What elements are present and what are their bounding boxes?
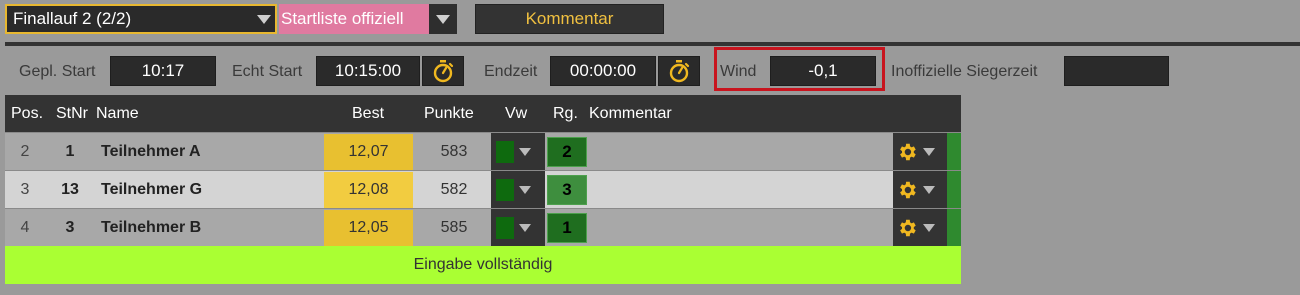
status-select-value: Startliste offiziell [279,4,429,34]
stopwatch-icon [669,60,690,83]
stopwatch-icon [433,60,454,83]
chevron-down-icon[interactable] [514,133,536,170]
vw-color-swatch [496,178,514,201]
row-kommentar[interactable] [590,209,890,246]
row-name: Teilnehmer B [101,218,202,236]
chevron-down-icon[interactable] [514,171,536,208]
table-row[interactable]: 4 3 Teilnehmer B 12,05 585 1 [5,208,961,246]
planned-start-label: Gepl. Start [19,63,96,80]
chevron-down-icon[interactable] [918,171,940,208]
row-settings-menu[interactable] [893,133,947,170]
header-stnr: StNr [56,105,88,122]
header-best: Best [352,105,385,122]
row-punkte: 582 [440,180,468,198]
row-name: Teilnehmer G [101,180,203,198]
row-kommentar[interactable] [590,171,890,208]
table-row[interactable]: 3 13 Teilnehmer G 12,08 582 3 [5,170,961,208]
table-row[interactable]: 2 1 Teilnehmer A 12,07 583 2 [5,132,961,170]
row-status-stripe [947,209,961,246]
row-rank[interactable]: 1 [547,213,587,243]
header-punkte: Punkte [424,105,474,122]
status-select[interactable]: Startliste offiziell [279,4,458,34]
row-rank[interactable]: 3 [547,175,587,205]
heat-select[interactable]: Finallauf 2 (2/2) [5,4,277,34]
entry-status-bar: Eingabe vollständig [5,246,961,284]
table-header: Pos. StNr Name Best Punkte Vw Rg. Kommen… [5,95,961,132]
end-time-stopwatch-button[interactable] [658,56,700,86]
row-status-stripe [947,171,961,208]
divider [5,42,1300,46]
gear-icon[interactable] [896,179,918,201]
row-pos: 4 [20,218,30,236]
unofficial-winner-time-label: Inoffizielle Siegerzeit [891,63,1038,80]
end-time-field[interactable]: 00:00:00 [550,56,656,86]
row-status-stripe [947,133,961,170]
heat-select-value: Finallauf 2 (2/2) [13,9,132,28]
header-pos: Pos. [11,105,44,122]
row-vw-select[interactable] [491,133,545,170]
actual-start-field[interactable]: 10:15:00 [316,56,420,86]
row-pos: 2 [20,142,30,160]
row-stnr: 1 [65,142,75,160]
kommentar-button[interactable]: Kommentar [475,4,664,34]
header-rg: Rg. [553,105,578,122]
row-settings-menu[interactable] [893,171,947,208]
chevron-down-icon[interactable] [514,209,536,246]
end-time-label: Endzeit [484,63,538,80]
row-vw-select[interactable] [491,171,545,208]
row-best[interactable]: 12,05 [324,210,413,246]
wind-label: Wind [720,63,757,80]
chevron-down-icon[interactable] [253,6,275,32]
row-name: Teilnehmer A [101,142,201,160]
row-stnr: 13 [61,180,79,198]
actual-start-label: Echt Start [232,63,303,80]
chevron-down-icon[interactable] [429,4,457,34]
row-rank[interactable]: 2 [547,137,587,167]
chevron-down-icon[interactable] [918,133,940,170]
wind-field[interactable]: -0,1 [770,56,876,86]
row-stnr: 3 [65,218,75,236]
results-table: Pos. StNr Name Best Punkte Vw Rg. Kommen… [5,95,961,284]
vw-color-swatch [496,216,514,239]
row-kommentar[interactable] [590,133,890,170]
header-kommentar: Kommentar [589,105,672,122]
unofficial-winner-time-field[interactable] [1064,56,1169,86]
chevron-down-icon[interactable] [918,209,940,246]
actual-start-stopwatch-button[interactable] [422,56,464,86]
row-pos: 3 [20,180,30,198]
gear-icon[interactable] [896,141,918,163]
row-best[interactable]: 12,08 [324,172,413,208]
row-vw-select[interactable] [491,209,545,246]
gear-icon[interactable] [896,217,918,239]
planned-start-field[interactable]: 10:17 [110,56,216,86]
row-best[interactable]: 12,07 [324,134,413,170]
header-vw: Vw [505,105,528,122]
header-name: Name [96,105,139,122]
row-punkte: 585 [440,218,468,236]
vw-color-swatch [496,140,514,163]
row-punkte: 583 [440,142,468,160]
row-settings-menu[interactable] [893,209,947,246]
